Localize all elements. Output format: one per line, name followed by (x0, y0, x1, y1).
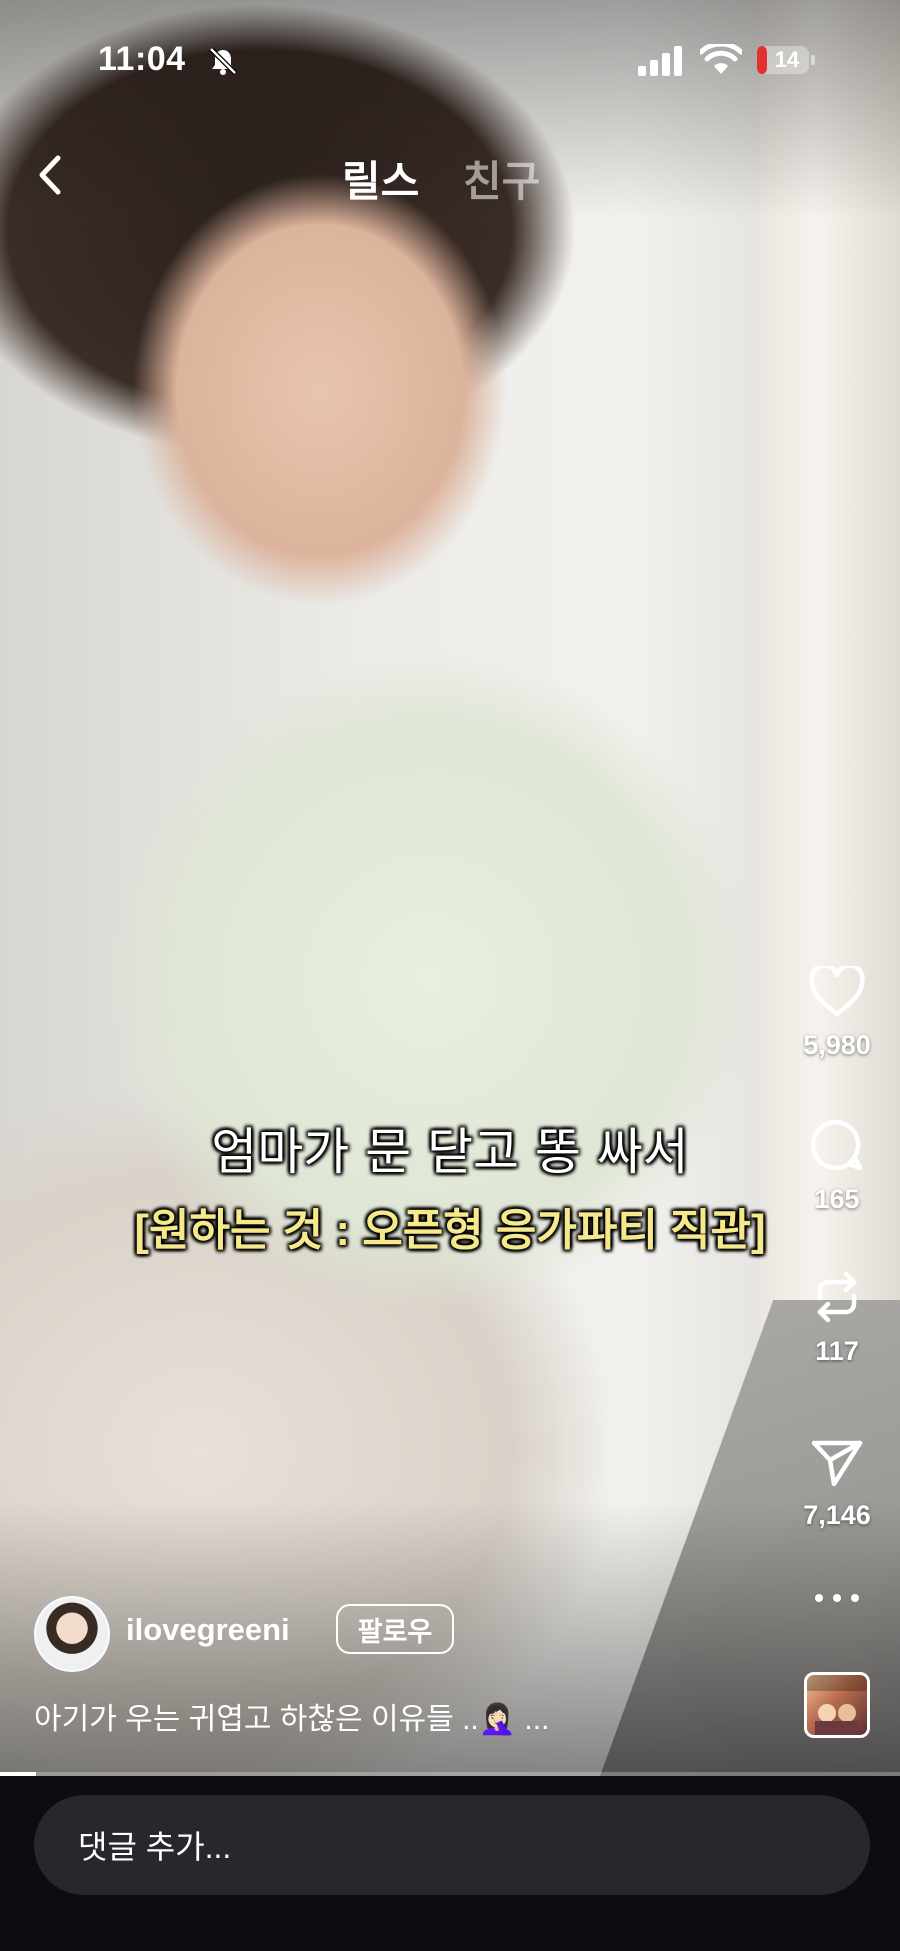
reel-video[interactable] (0, 0, 900, 1776)
reel-caption[interactable]: 아기가 우는 귀엽고 하찮은 이유들 ..🤦🏻‍♀️ ... (34, 1694, 549, 1738)
comment-count: 165 (814, 1184, 860, 1214)
share-count: 7,146 (803, 1500, 871, 1530)
share-button[interactable]: 7,146 (782, 1438, 892, 1531)
chevron-left-icon[interactable] (30, 150, 70, 200)
repost-button[interactable]: 117 (782, 1270, 892, 1367)
video-subtitle-line1: 엄마가 문 닫고 똥 싸서 (211, 1123, 689, 1181)
repost-icon (817, 1271, 857, 1323)
send-icon (811, 1440, 863, 1487)
signal-icon (638, 46, 682, 76)
follow-button[interactable]: 팔로우 (336, 1604, 454, 1654)
video-subtitle-line2: [원하는 것 : 오픈형 응가파티 직관] (134, 1206, 766, 1255)
tab-friends[interactable]: 친구 (463, 148, 540, 209)
status-time: 11:04 (98, 40, 186, 78)
more-icon[interactable] (810, 1588, 864, 1608)
battery-level: 14 (774, 47, 800, 72)
avatar[interactable] (34, 1596, 110, 1672)
like-button[interactable]: 5,980 (782, 966, 892, 1061)
comment-input[interactable]: 댓글 추가... (34, 1795, 870, 1895)
comment-button[interactable]: 165 (782, 1118, 892, 1215)
audio-thumbnail[interactable] (804, 1672, 870, 1738)
username[interactable]: ilovegreeni (126, 1612, 290, 1648)
heart-icon (809, 966, 865, 1017)
bell-off-icon (209, 47, 237, 75)
audio-art-icon (807, 1675, 867, 1735)
repost-count: 117 (815, 1336, 859, 1366)
tab-reels[interactable]: 릴스 (342, 148, 419, 209)
status-bar: 11:04 14 (0, 0, 900, 120)
wifi-icon (700, 44, 742, 74)
comment-icon (810, 1119, 863, 1171)
like-count: 5,980 (803, 1030, 871, 1060)
